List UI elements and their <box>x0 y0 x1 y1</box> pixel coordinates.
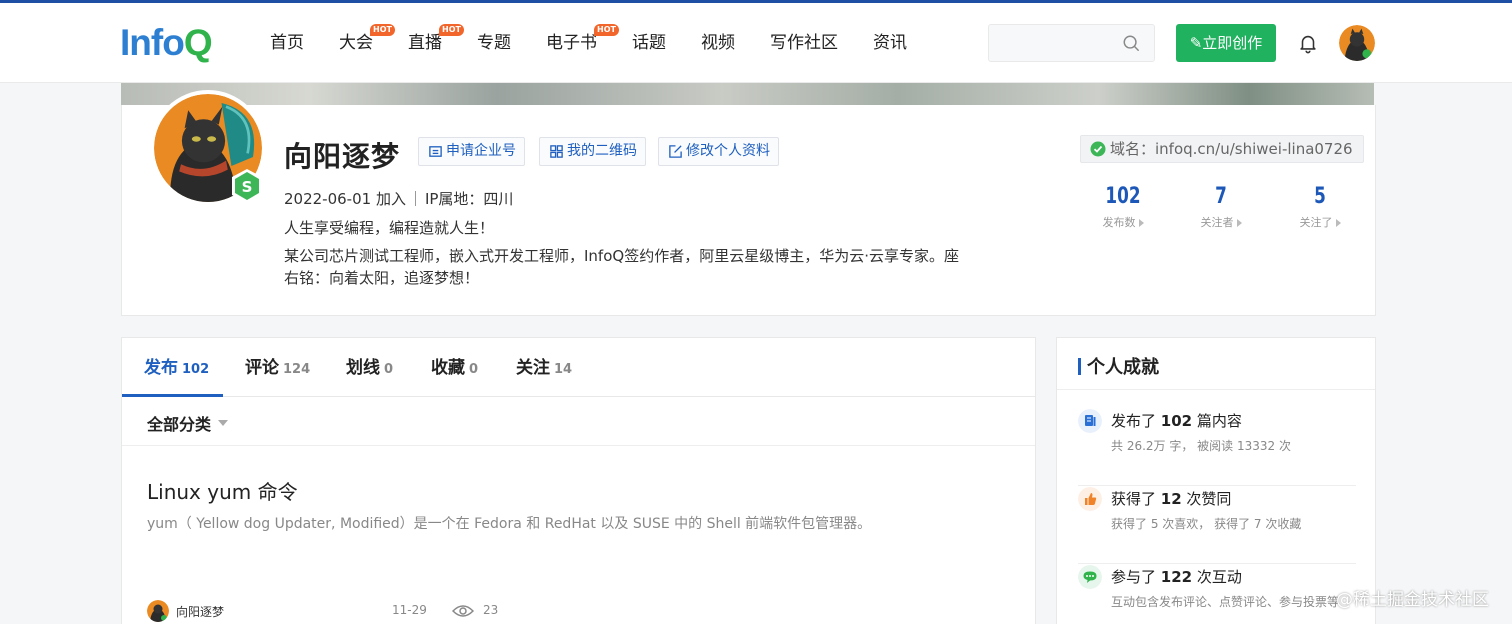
logo-text: Info <box>120 22 185 63</box>
achievement-item: 获得了 12 次赞同 获得了 5 次喜欢， 获得了 7 次收藏 <box>1078 486 1356 564</box>
edit-profile-button[interactable]: 修改个人资料 <box>658 137 779 166</box>
view-count: 23 <box>483 603 499 617</box>
profile-bio: 某公司芯片测试工程师，嵌入式开发工程师，InfoQ签约作者，阿里云星级博主，华为… <box>284 247 959 287</box>
nav-item-writing[interactable]: 写作社区 <box>770 3 838 83</box>
hot-badge: HOT <box>439 24 464 36</box>
eye-icon <box>452 605 474 617</box>
tab-posts[interactable]: 发布 102 <box>144 338 209 397</box>
stat-following[interactable]: 5 关注了 <box>1285 183 1355 230</box>
nav-item-live[interactable]: 直播 HOT <box>408 3 464 83</box>
nav-item-topics[interactable]: 专题 <box>477 3 511 83</box>
stat-posts[interactable]: 102 发布数 <box>1088 183 1158 230</box>
thumbs-up-icon <box>1078 487 1102 511</box>
achievement-item: 参与了 122 次互动 互动包含发布评论、点赞评论、参与投票等 <box>1078 564 1356 624</box>
tab-favorites[interactable]: 收藏 0 <box>431 338 478 397</box>
search-input[interactable] <box>989 25 1119 61</box>
nav-item-ebooks[interactable]: 电子书 HOT <box>546 3 619 83</box>
profile-banner <box>121 83 1374 105</box>
author-avatar[interactable] <box>147 600 169 622</box>
content-panel: 发布 102 评论 124 划线 0 收藏 0 关注 14 全部分类 Linux yum … <box>121 337 1036 624</box>
check-circle-icon <box>1090 141 1106 157</box>
edit-icon <box>669 145 682 158</box>
ip-location: IP属地：四川 <box>424 190 514 208</box>
divider <box>122 445 1035 446</box>
watermark: @稀土掘金技术社区 <box>1336 590 1489 610</box>
apply-enterprise-button[interactable]: 申请企业号 <box>418 137 525 166</box>
profile-username: 向阳逐梦 <box>284 140 401 173</box>
article-title[interactable]: Linux yum 命令 <box>147 476 298 505</box>
profile-slogan: 人生享受编程，编程造就人生！ <box>284 219 495 237</box>
content-tabs: 发布 102 评论 124 划线 0 收藏 0 关注 14 <box>122 338 1035 397</box>
article-summary: yum（ Yellow dog Updater, Modified）是一个在 F… <box>147 516 872 532</box>
my-qrcode-button[interactable]: 我的二维码 <box>539 137 646 166</box>
nav-item-home[interactable]: 首页 <box>270 3 304 83</box>
publish-date: 11-29 <box>392 603 427 617</box>
pen-icon: ✎ <box>1189 34 1203 52</box>
main-nav: 首页 大会 HOT 直播 HOT 专题 电子书 HOT 话题 视频 写作社区 资讯 <box>270 3 942 83</box>
category-dropdown[interactable]: 全部分类 <box>147 411 229 435</box>
site-header: InfoQ 首页 大会 HOT 直播 HOT 专题 电子书 HOT 话题 视频 写作社… <box>0 3 1512 83</box>
hot-badge: HOT <box>370 24 395 36</box>
nav-item-video[interactable]: 视频 <box>701 3 735 83</box>
tab-following[interactable]: 关注 14 <box>516 338 572 397</box>
join-info: 2022-06-01 加入 IP属地：四川 <box>284 188 513 209</box>
bell-icon[interactable] <box>1297 32 1319 54</box>
join-date: 2022-06-01 加入 <box>284 190 406 208</box>
svg-text:S: S <box>242 178 253 196</box>
profile-domain[interactable]: 域名：infoq.cn/u/shiwei-lina0726 <box>1080 135 1364 163</box>
search-icon[interactable] <box>1122 34 1140 52</box>
article-meta: 向阳逐梦 11-29 23 <box>147 599 547 623</box>
active-tab-indicator <box>122 394 223 397</box>
author-name[interactable]: 向阳逐梦 <box>176 603 224 620</box>
stat-followers[interactable]: 7 关注者 <box>1186 183 1256 230</box>
document-icon <box>1078 409 1102 433</box>
search-box <box>988 24 1155 62</box>
divider <box>1057 389 1375 390</box>
infoq-logo[interactable]: InfoQ <box>120 23 230 63</box>
caret-down-icon <box>218 420 229 426</box>
qrcode-icon <box>550 145 563 158</box>
create-button[interactable]: ✎立即创作 <box>1176 24 1276 62</box>
tab-comments[interactable]: 评论 124 <box>245 338 310 397</box>
tab-highlights[interactable]: 划线 0 <box>346 338 393 397</box>
logo-q: Q <box>183 22 213 63</box>
nav-item-conference[interactable]: 大会 HOT <box>339 3 395 83</box>
achievements-panel: 个人成就 发布了 102 篇内容 共 26.2万 字， 被阅读 13332 次 … <box>1056 337 1376 624</box>
achievement-item: 发布了 102 篇内容 共 26.2万 字， 被阅读 13332 次 <box>1078 408 1356 486</box>
chat-icon <box>1078 565 1102 589</box>
hot-badge: HOT <box>594 24 619 36</box>
user-avatar[interactable] <box>1339 25 1375 61</box>
achievements-title: 个人成就 <box>1078 353 1159 379</box>
nav-item-subjects[interactable]: 话题 <box>632 3 666 83</box>
verified-badge-icon: S <box>232 169 262 203</box>
nav-item-news[interactable]: 资讯 <box>873 3 907 83</box>
building-icon <box>429 146 442 157</box>
